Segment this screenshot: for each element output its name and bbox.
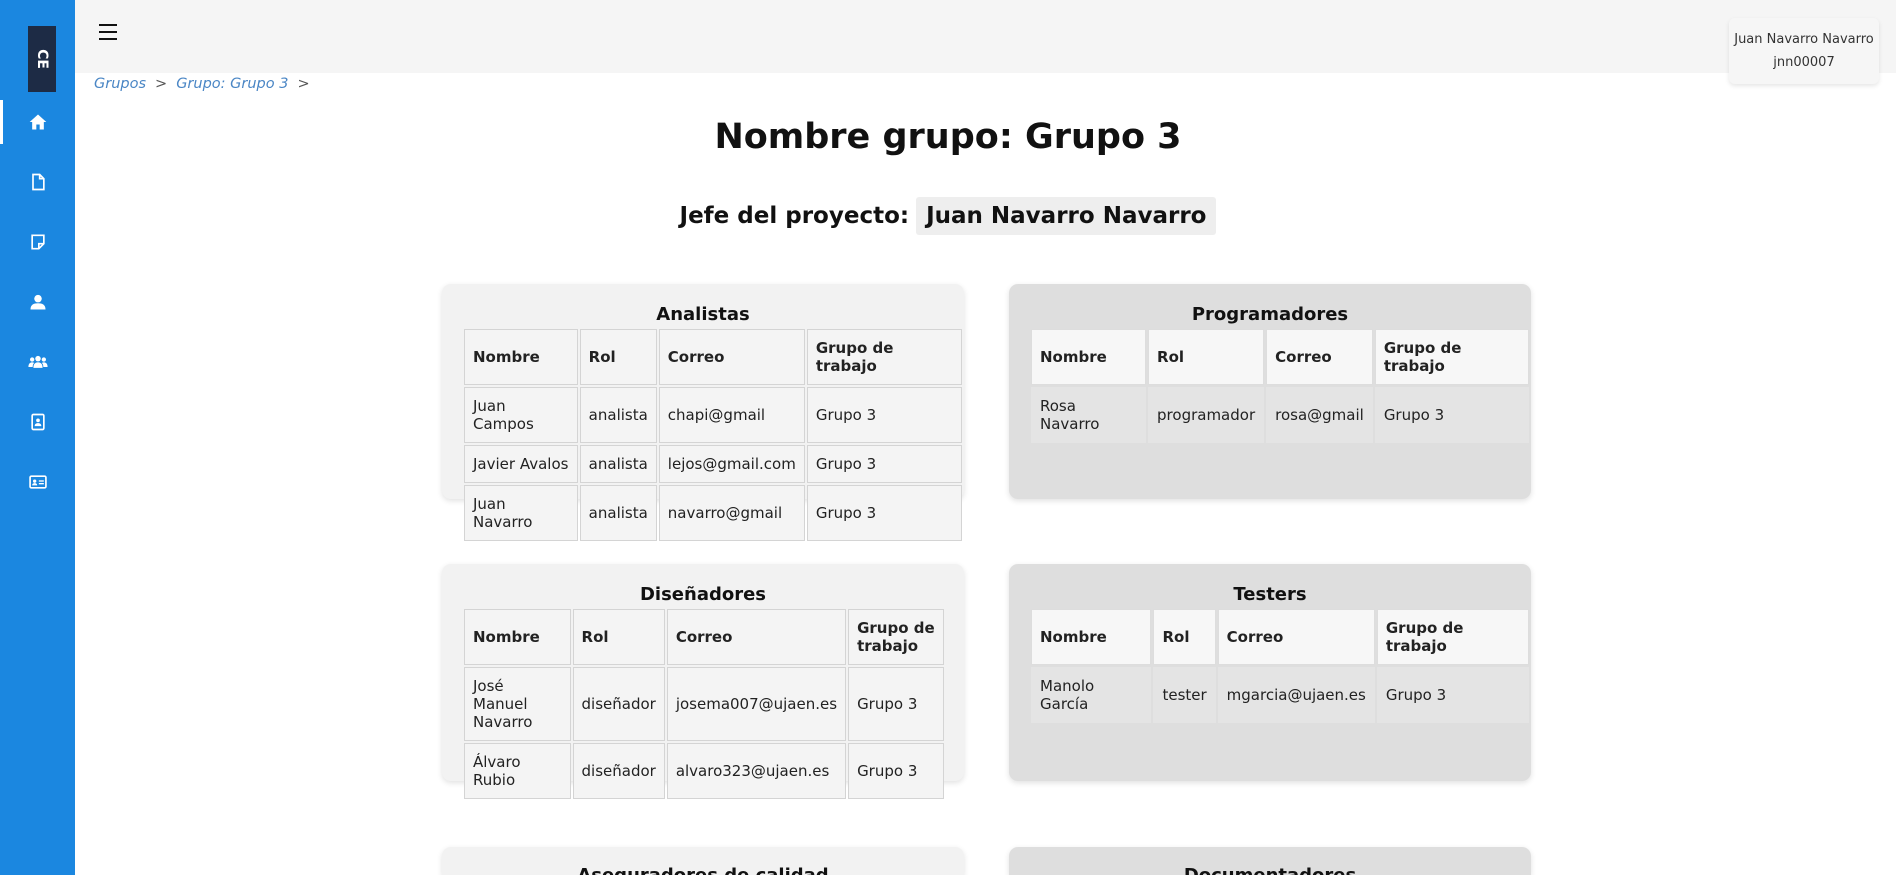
- project-chief-label: Jefe del proyecto:: [679, 203, 910, 229]
- table-cell: lejos@gmail.com: [658, 445, 805, 483]
- column-header: Nombre: [1031, 609, 1152, 665]
- card-title: Programadores: [1191, 304, 1349, 325]
- column-header: Grupo de trabajo: [806, 329, 962, 385]
- table-cell: Juan Campos: [464, 387, 578, 443]
- table-cell: Álvaro Rubio: [464, 743, 571, 799]
- table-cell: analista: [579, 445, 657, 483]
- table-cell: Grupo 3: [1374, 387, 1529, 443]
- sidebar-item-user[interactable]: [0, 280, 75, 324]
- user-username: jnn00007: [1773, 55, 1835, 70]
- table-cell: analista: [579, 485, 657, 541]
- card-title: Analistas: [656, 304, 750, 325]
- column-header: Rol: [579, 329, 657, 385]
- sidebar-item-groups[interactable]: [0, 340, 75, 384]
- column-header: Nombre: [464, 609, 571, 665]
- table-cell: Javier Avalos: [464, 445, 578, 483]
- breadcrumb-item-groups[interactable]: Grupos: [94, 76, 146, 92]
- table-cell: Grupo 3: [806, 387, 962, 443]
- column-header: Correo: [1217, 609, 1375, 665]
- project-chief: Jefe del proyecto: Juan Navarro Navarro: [0, 197, 1896, 235]
- column-header: Nombre: [1031, 329, 1147, 385]
- table-row: Javier Avalos analista lejos@gmail.com G…: [464, 445, 962, 483]
- table-cell: tester: [1153, 667, 1216, 723]
- table-cell: Grupo 3: [1376, 667, 1529, 723]
- column-header: Grupo de trabajo: [848, 609, 944, 665]
- breadcrumb-separator: >: [155, 76, 168, 92]
- project-chief-value: Juan Navarro Navarro: [916, 197, 1217, 235]
- analistas-table: Nombre Rol Correo Grupo de trabajo Juan …: [462, 327, 964, 543]
- column-header: Nombre: [464, 329, 578, 385]
- user-name: Juan Navarro Navarro: [1734, 32, 1874, 47]
- table-cell: diseñador: [572, 667, 665, 741]
- users-group-icon: [27, 355, 48, 368]
- table-cell: chapi@gmail: [658, 387, 805, 443]
- table-cell: Grupo 3: [806, 445, 962, 483]
- table-cell: José Manuel Navarro: [464, 667, 571, 741]
- disenadores-table: Nombre Rol Correo Grupo de trabajo José …: [462, 607, 946, 801]
- programadores-table: Nombre Rol Correo Grupo de trabajo Rosa …: [1029, 327, 1531, 445]
- sidebar-item-id-card[interactable]: [0, 460, 75, 504]
- document-icon: [31, 173, 45, 191]
- table-header-row: Nombre Rol Correo Grupo de trabajo: [1031, 329, 1529, 385]
- breadcrumb: Grupos > Grupo: Grupo 3 >: [94, 76, 319, 92]
- menu-toggle-icon[interactable]: [99, 24, 117, 40]
- table-cell: Rosa Navarro: [1031, 387, 1147, 443]
- app-logo[interactable]: CE: [28, 26, 56, 92]
- column-header: Rol: [572, 609, 665, 665]
- contact-book-icon: [30, 413, 45, 431]
- column-header: Grupo de trabajo: [1374, 329, 1529, 385]
- table-row: José Manuel Navarro diseñador josema007@…: [464, 667, 944, 741]
- user-icon: [30, 294, 45, 310]
- user-card[interactable]: Juan Navarro Navarro jnn00007: [1729, 18, 1879, 84]
- testers-table: Nombre Rol Correo Grupo de trabajo Manol…: [1029, 607, 1531, 725]
- table-row: Álvaro Rubio diseñador alvaro323@ujaen.e…: [464, 743, 944, 799]
- table-row: Rosa Navarro programador rosa@gmail Grup…: [1031, 387, 1529, 443]
- table-cell: navarro@gmail: [658, 485, 805, 541]
- logo-text: CE: [34, 49, 50, 69]
- card-documentadores: Documentadores: [1009, 847, 1531, 875]
- card-disenadores: Diseñadores Nombre Rol Correo Grupo de t…: [442, 564, 964, 799]
- table-cell: Juan Navarro: [464, 485, 578, 541]
- card-title: Aseguradores de calidad: [442, 864, 964, 875]
- column-header: Grupo de trabajo: [1376, 609, 1529, 665]
- breadcrumb-separator: >: [297, 76, 310, 92]
- column-header: Rol: [1153, 609, 1216, 665]
- table-header-row: Nombre Rol Correo Grupo de trabajo: [464, 329, 962, 385]
- table-cell: analista: [579, 387, 657, 443]
- card-title: Documentadores: [1009, 864, 1531, 875]
- table-cell: programador: [1148, 387, 1265, 443]
- table-cell: josema007@ujaen.es: [666, 667, 847, 741]
- table-cell: mgarcia@ujaen.es: [1217, 667, 1375, 723]
- breadcrumb-item-group[interactable]: Grupo: Grupo 3: [176, 76, 288, 92]
- column-header: Rol: [1148, 329, 1265, 385]
- table-cell: Grupo 3: [848, 667, 944, 741]
- sidebar-item-contacts[interactable]: [0, 400, 75, 444]
- table-cell: Grupo 3: [848, 743, 944, 799]
- column-header: Correo: [1266, 329, 1373, 385]
- card-title: Diseñadores: [639, 584, 767, 605]
- table-row: Juan Navarro analista navarro@gmail Grup…: [464, 485, 962, 541]
- id-card-icon: [28, 475, 47, 489]
- table-cell: Grupo 3: [806, 485, 962, 541]
- card-testers: Testers Nombre Rol Correo Grupo de traba…: [1009, 564, 1531, 781]
- column-header: Correo: [666, 609, 847, 665]
- table-row: Juan Campos analista chapi@gmail Grupo 3: [464, 387, 962, 443]
- table-cell: Manolo García: [1031, 667, 1152, 723]
- table-header-row: Nombre Rol Correo Grupo de trabajo: [464, 609, 944, 665]
- column-header: Correo: [658, 329, 805, 385]
- table-row: Manolo García tester mgarcia@ujaen.es Gr…: [1031, 667, 1529, 723]
- card-analistas: Analistas Nombre Rol Correo Grupo de tra…: [442, 284, 964, 541]
- card-title: Testers: [1233, 584, 1307, 605]
- table-cell: alvaro323@ujaen.es: [666, 743, 847, 799]
- card-programadores: Programadores Nombre Rol Correo Grupo de…: [1009, 284, 1531, 499]
- page-title: Nombre grupo: Grupo 3: [714, 117, 1182, 157]
- top-bar: [75, 0, 1896, 73]
- table-header-row: Nombre Rol Correo Grupo de trabajo: [1031, 609, 1529, 665]
- card-aseguradores: Aseguradores de calidad: [442, 847, 964, 875]
- note-icon: [30, 234, 45, 250]
- table-cell: diseñador: [572, 743, 665, 799]
- table-cell: rosa@gmail: [1266, 387, 1373, 443]
